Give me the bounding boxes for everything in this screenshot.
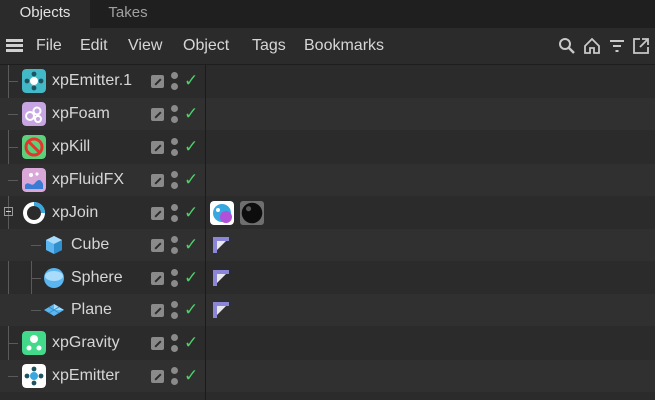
- object-name: xpEmitter.1: [52, 72, 133, 89]
- material-tag-icon[interactable]: [240, 201, 264, 225]
- object-name: xpFoam: [52, 105, 110, 122]
- collapse-toggle-icon[interactable]: [4, 207, 13, 216]
- list-item[interactable]: xpFoam ✓: [0, 98, 655, 130]
- tree-branch: [8, 180, 18, 181]
- enabled-check-icon[interactable]: ✓: [184, 268, 200, 288]
- enabled-check-icon[interactable]: ✓: [184, 300, 200, 320]
- plane-icon: [44, 304, 64, 316]
- edit-toggle-icon[interactable]: [151, 75, 164, 88]
- menu-object[interactable]: Object: [183, 28, 229, 64]
- xp-tag-icon[interactable]: [210, 201, 234, 225]
- foam-icon: [22, 102, 46, 126]
- object-name: Cube: [71, 236, 110, 253]
- menu-edit[interactable]: Edit: [80, 28, 108, 64]
- visibility-dots-icon[interactable]: [171, 367, 179, 385]
- enabled-check-icon[interactable]: ✓: [184, 333, 200, 353]
- visibility-dots-icon[interactable]: [171, 138, 179, 156]
- fluidfx-icon: [22, 168, 46, 192]
- edit-toggle-icon[interactable]: [151, 272, 164, 285]
- tree-branch: [8, 376, 18, 377]
- phong-tag-icon[interactable]: [212, 236, 230, 254]
- enabled-check-icon[interactable]: ✓: [184, 235, 200, 255]
- enabled-check-icon[interactable]: ✓: [184, 71, 200, 91]
- tree-branch: [8, 81, 18, 82]
- filter-icon[interactable]: [608, 37, 626, 55]
- list-item[interactable]: Cube ✓: [0, 229, 655, 261]
- edit-toggle-icon[interactable]: [151, 370, 164, 383]
- enabled-check-icon[interactable]: ✓: [184, 366, 200, 386]
- tree-branch: [8, 114, 18, 115]
- object-name: xpKill: [52, 138, 91, 155]
- edit-toggle-icon[interactable]: [151, 207, 164, 220]
- phong-tag-icon[interactable]: [212, 301, 230, 319]
- list-item[interactable]: Plane ✓: [0, 294, 655, 326]
- hamburger-menu-icon[interactable]: [6, 39, 23, 52]
- gravity-icon: [22, 331, 46, 355]
- tab-takes[interactable]: Takes: [90, 0, 166, 28]
- tab-bar: Objects Takes: [0, 0, 655, 28]
- object-name: xpJoin: [52, 204, 99, 221]
- tree-branch: [31, 278, 41, 279]
- visibility-dots-icon[interactable]: [171, 236, 179, 254]
- list-item[interactable]: xpJoin ✓: [0, 197, 655, 229]
- object-name: xpEmitter: [52, 367, 120, 384]
- tree-branch: [31, 245, 41, 246]
- list-item[interactable]: xpEmitter.1 ✓: [0, 65, 655, 97]
- list-item[interactable]: xpEmitter ✓: [0, 360, 655, 392]
- list-item[interactable]: xpKill ✓: [0, 131, 655, 163]
- tab-objects[interactable]: Objects: [0, 0, 90, 28]
- join-icon: [23, 202, 45, 224]
- phong-tag-icon[interactable]: [212, 269, 230, 287]
- cube-icon: [46, 236, 62, 254]
- visibility-dots-icon[interactable]: [171, 72, 179, 90]
- object-name: xpGravity: [52, 334, 120, 351]
- sphere-icon: [44, 268, 64, 288]
- visibility-dots-icon[interactable]: [171, 171, 179, 189]
- edit-toggle-icon[interactable]: [151, 337, 164, 350]
- home-icon[interactable]: [583, 37, 601, 55]
- list-item[interactable]: xpGravity ✓: [0, 327, 655, 359]
- list-item[interactable]: Sphere ✓: [0, 262, 655, 294]
- enabled-check-icon[interactable]: ✓: [184, 104, 200, 124]
- edit-toggle-icon[interactable]: [151, 108, 164, 121]
- kill-icon: [22, 135, 46, 159]
- visibility-dots-icon[interactable]: [171, 334, 179, 352]
- enabled-check-icon[interactable]: ✓: [184, 137, 200, 157]
- visibility-dots-icon[interactable]: [171, 204, 179, 222]
- edit-toggle-icon[interactable]: [151, 141, 164, 154]
- column-divider[interactable]: [205, 65, 206, 400]
- tree-branch: [8, 147, 18, 148]
- edit-toggle-icon[interactable]: [151, 304, 164, 317]
- emitter-icon: [22, 364, 46, 388]
- visibility-dots-icon[interactable]: [171, 269, 179, 287]
- new-window-icon[interactable]: [632, 37, 650, 55]
- visibility-dots-icon[interactable]: [171, 301, 179, 319]
- visibility-dots-icon[interactable]: [171, 105, 179, 123]
- edit-toggle-icon[interactable]: [151, 239, 164, 252]
- menu-file[interactable]: File: [36, 28, 62, 64]
- menu-view[interactable]: View: [128, 28, 162, 64]
- tree-branch: [8, 343, 18, 344]
- object-name: Sphere: [71, 269, 123, 286]
- menu-tags[interactable]: Tags: [252, 28, 286, 64]
- menu-bookmarks[interactable]: Bookmarks: [304, 28, 384, 64]
- search-icon[interactable]: [558, 37, 576, 55]
- edit-toggle-icon[interactable]: [151, 174, 164, 187]
- emitter-icon: [22, 69, 46, 93]
- tree-branch: [31, 310, 41, 311]
- menu-bar: File Edit View Object Tags Bookmarks: [0, 28, 655, 65]
- list-item[interactable]: xpFluidFX ✓: [0, 164, 655, 196]
- object-name: xpFluidFX: [52, 171, 125, 188]
- enabled-check-icon[interactable]: ✓: [184, 170, 200, 190]
- object-name: Plane: [71, 301, 112, 318]
- enabled-check-icon[interactable]: ✓: [184, 203, 200, 223]
